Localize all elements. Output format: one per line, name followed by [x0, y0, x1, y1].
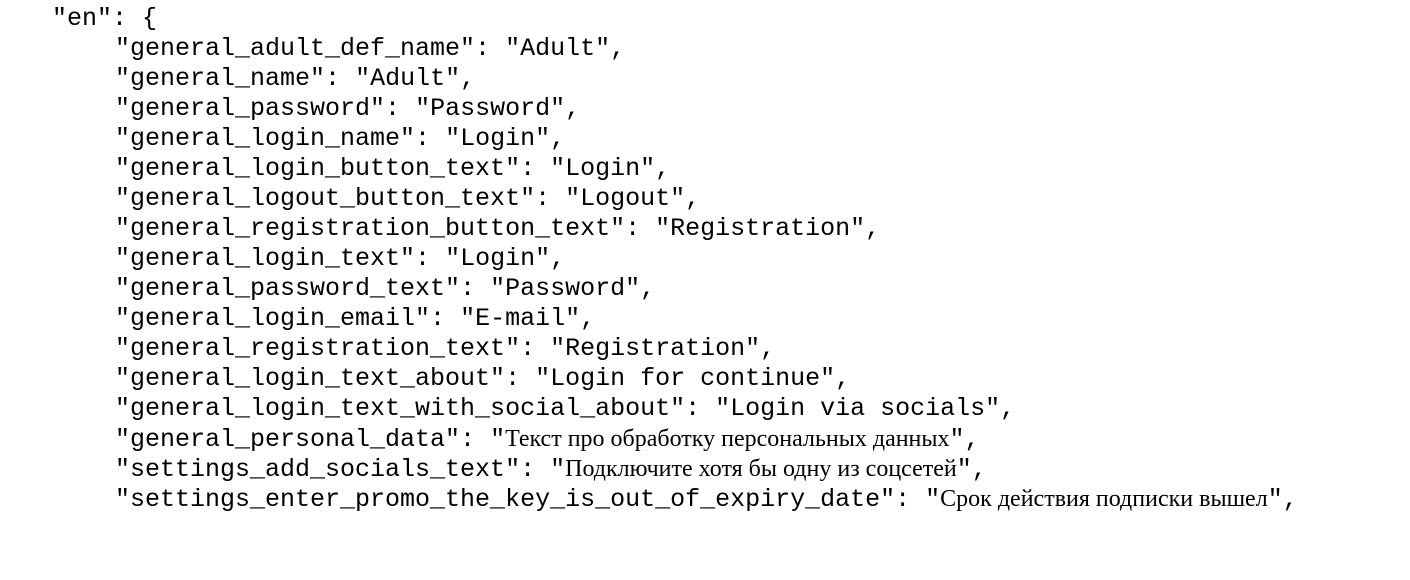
code-line: "general_registration_text": "Registrati…	[115, 334, 775, 364]
json-key: "general_login_button_text":	[115, 154, 536, 183]
json-value-quote-close: ",	[1267, 485, 1298, 514]
json-value-quote-open: "	[550, 455, 566, 484]
code-line: "general_login_text": "Login",	[115, 244, 565, 274]
json-key: "general_name":	[115, 64, 341, 93]
code-line: "general_login_email": "E-mail",	[115, 304, 595, 334]
json-value-quote-close: ",	[949, 425, 980, 454]
json-key: "general_login_text_about":	[115, 364, 521, 393]
json-key: "general_login_name":	[115, 124, 431, 153]
json-key: "general_registration_button_text":	[115, 214, 641, 243]
json-value: "Login for continue",	[535, 364, 851, 393]
json-key: "general_password":	[115, 94, 401, 123]
code-line: "general_login_name": "Login",	[115, 124, 565, 154]
json-value: "Registration",	[655, 214, 881, 243]
json-value: "Login",	[445, 244, 566, 273]
code-line: "general_adult_def_name": "Adult",	[115, 34, 625, 64]
json-value: "Adult",	[355, 64, 476, 93]
json-key: "settings_enter_promo_the_key_is_out_of_…	[115, 485, 911, 514]
json-value: "Password",	[415, 94, 581, 123]
code-line: "settings_add_socials_text": "Подключите…	[115, 454, 987, 484]
json-value: "E-mail",	[460, 304, 596, 333]
json-value: Подключите хотя бы одну из соцсетей	[565, 456, 957, 482]
json-key: "settings_add_socials_text":	[115, 455, 536, 484]
json-key: "general_logout_button_text":	[115, 184, 551, 213]
json-value: "Login via socials",	[715, 394, 1016, 423]
code-line-open: "en": {	[52, 4, 158, 33]
code-line: "general_personal_data": "Текст про обра…	[115, 424, 980, 454]
json-value-quote-open: "	[925, 485, 941, 514]
json-value: "Login",	[550, 154, 671, 183]
json-value: Срок действия подписки вышел	[940, 486, 1268, 512]
json-value: "Logout",	[565, 184, 701, 213]
clipped-code-line	[115, 572, 675, 580]
json-value: "Password",	[490, 274, 656, 303]
code-line: "general_logout_button_text": "Logout",	[115, 184, 700, 214]
code-line: "general_login_text_with_social_about": …	[115, 394, 1015, 424]
json-key: "general_password_text":	[115, 274, 476, 303]
json-code-block: "en": { "general_adult_def_name": "Adult…	[0, 0, 1410, 580]
json-value: "Registration",	[550, 334, 776, 363]
json-key: "general_login_email":	[115, 304, 446, 333]
code-line: "general_password": "Password",	[115, 94, 580, 124]
json-value-quote-open: "	[490, 425, 506, 454]
json-value: Текст про обработку персональных данных	[505, 426, 950, 452]
code-line: "general_password_text": "Password",	[115, 274, 655, 304]
json-value: "Adult",	[505, 34, 626, 63]
json-value: "Login",	[445, 124, 566, 153]
json-key: "general_personal_data":	[115, 425, 476, 454]
code-line: "general_registration_button_text": "Reg…	[115, 214, 880, 244]
code-line: "general_name": "Adult",	[115, 64, 475, 94]
json-key: "general_registration_text":	[115, 334, 536, 363]
code-line: "general_login_button_text": "Login",	[115, 154, 670, 184]
json-key: "general_login_text":	[115, 244, 431, 273]
json-key: "general_login_text_with_social_about":	[115, 394, 701, 423]
json-value-quote-close: ",	[956, 455, 987, 484]
code-line: "general_login_text_about": "Login for c…	[115, 364, 850, 394]
code-line: "settings_enter_promo_the_key_is_out_of_…	[115, 484, 1298, 514]
json-key: "general_adult_def_name":	[115, 34, 491, 63]
